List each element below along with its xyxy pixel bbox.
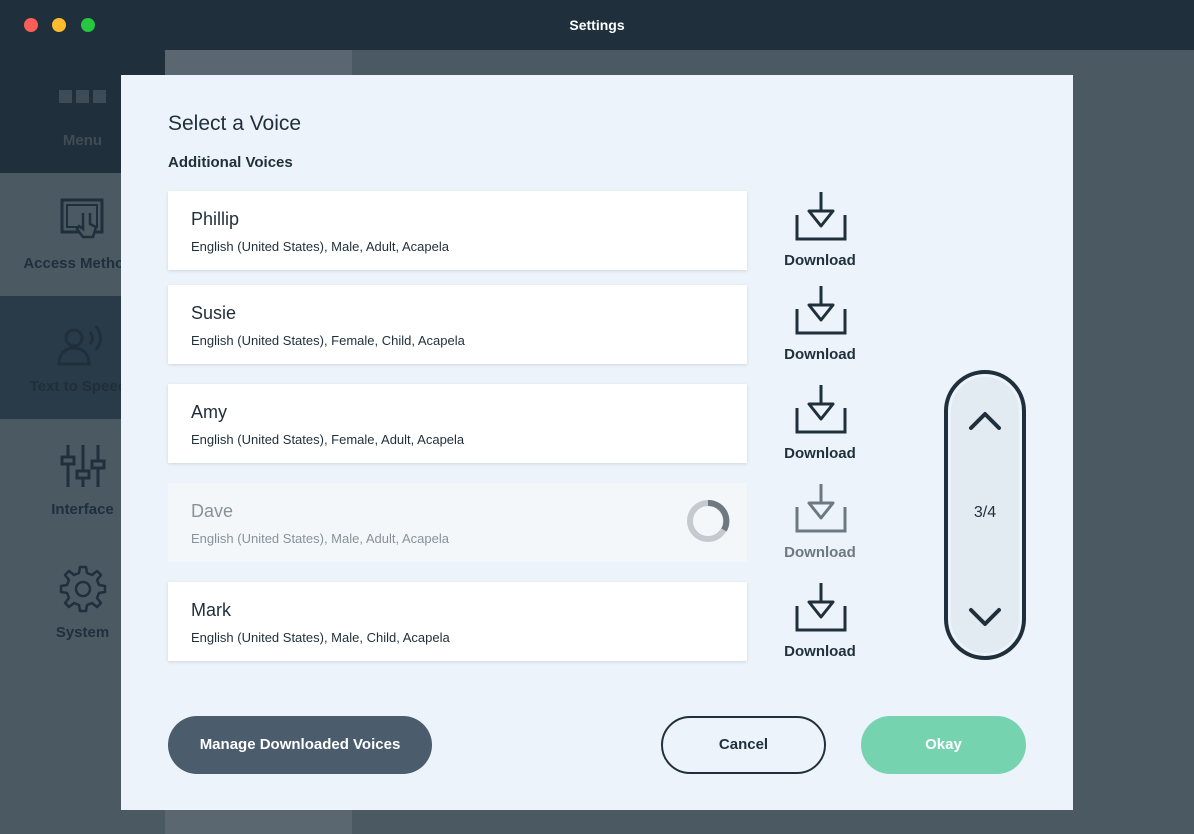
download-icon [795, 286, 847, 335]
section-title: Additional Voices [168, 154, 293, 171]
download-button-amy[interactable]: Download [770, 384, 870, 468]
download-label: Download [784, 445, 856, 462]
download-button-susie[interactable]: Download [770, 285, 870, 369]
voice-card-dave[interactable]: Dave English (United States), Male, Adul… [168, 483, 747, 562]
download-icon [795, 192, 847, 241]
download-label: Download [784, 643, 856, 660]
voice-name: Phillip [191, 209, 240, 229]
voice-details: English (United States), Female, Adult, … [191, 432, 465, 447]
title-bar: Settings [0, 0, 1194, 50]
voice-details: English (United States), Male, Adult, Ac… [191, 239, 449, 254]
speaking-person-icon [56, 325, 102, 366]
voice-card-susie[interactable]: Susie English (United States), Female, C… [168, 285, 747, 364]
voice-name: Susie [191, 303, 237, 323]
page-down-button[interactable] [957, 592, 1013, 642]
voice-card-amy[interactable]: Amy English (United States), Female, Adu… [168, 384, 747, 463]
chevron-up-icon [969, 412, 1001, 430]
window-title: Settings [569, 17, 625, 33]
download-label: Download [784, 252, 856, 269]
download-label: Download [784, 544, 856, 561]
download-button-dave[interactable]: Download [770, 483, 870, 567]
voice-name: Amy [191, 402, 227, 422]
okay-button[interactable]: Okay [861, 716, 1026, 774]
page-up-button[interactable] [957, 396, 1013, 446]
voice-details: English (United States), Male, Child, Ac… [191, 630, 450, 645]
select-voice-dialog: Select a Voice Additional Voices Phillip… [121, 75, 1073, 810]
cancel-button[interactable]: Cancel [661, 716, 826, 774]
loading-spinner-icon [687, 499, 730, 542]
chevron-down-icon [969, 608, 1001, 626]
download-button-mark[interactable]: Download [770, 582, 870, 666]
download-icon [795, 484, 847, 533]
gear-icon [59, 565, 106, 613]
download-icon [795, 583, 847, 632]
voice-details: English (United States), Female, Child, … [191, 333, 465, 348]
sliders-icon [60, 445, 105, 487]
menu-grid-icon [58, 90, 106, 103]
download-label: Download [784, 346, 856, 363]
voice-name: Mark [191, 600, 231, 620]
dialog-title: Select a Voice [168, 112, 302, 135]
download-icon [795, 385, 847, 434]
page-indicator: 3/4 [973, 504, 997, 521]
voice-card-phillip[interactable]: Phillip English (United States), Male, A… [168, 191, 747, 270]
page-scroller: 3/4 [944, 370, 1026, 660]
voice-card-mark[interactable]: Mark English (United States), Male, Chil… [168, 582, 747, 661]
voice-name: Dave [191, 501, 234, 521]
manage-downloaded-voices-button[interactable]: Manage Downloaded Voices [168, 716, 432, 774]
voice-details: English (United States), Male, Adult, Ac… [191, 531, 449, 546]
touch-screen-icon [60, 198, 103, 239]
download-button-phillip[interactable]: Download [770, 191, 870, 275]
